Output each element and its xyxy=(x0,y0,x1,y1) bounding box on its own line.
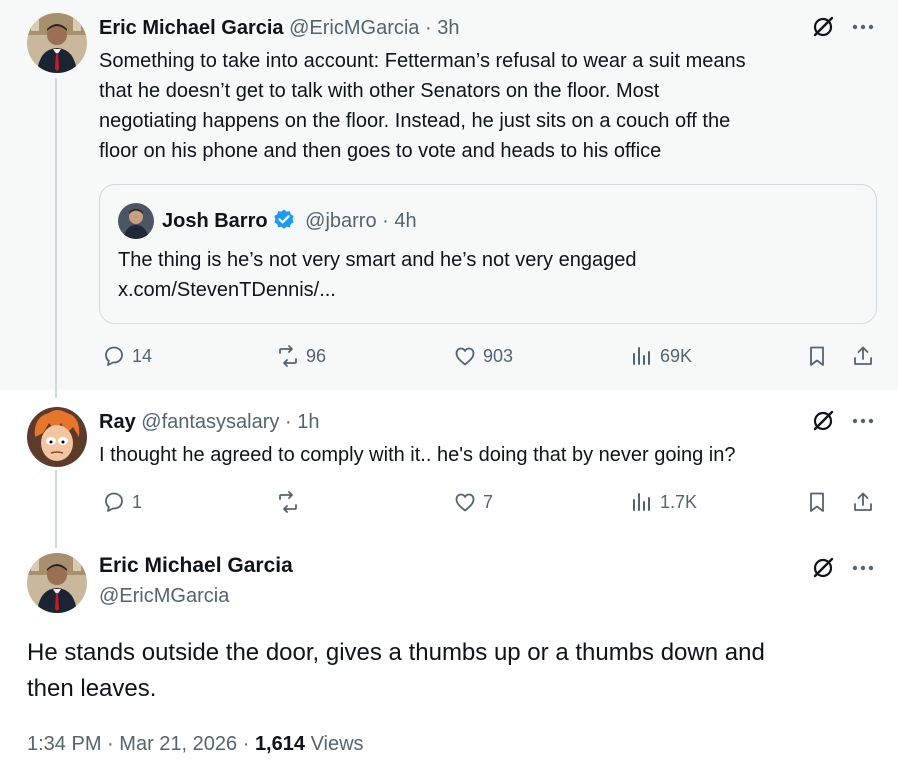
repost-count: 96 xyxy=(306,345,327,366)
timestamp[interactable]: 3h xyxy=(437,17,459,39)
tweet-text-line: Something to take into account: Fetterma… xyxy=(99,50,746,72)
reply-button[interactable]: 1 xyxy=(102,490,142,514)
more-icon[interactable] xyxy=(850,408,876,434)
tweet-meta: 1:34 PM · Mar 21, 2026 · 1,614 Views xyxy=(27,733,364,756)
reply-count: 14 xyxy=(132,345,153,366)
bookmark-icon xyxy=(810,346,824,366)
avatar[interactable] xyxy=(27,407,87,467)
reply-icon xyxy=(105,492,123,512)
like-count: 903 xyxy=(483,345,514,366)
separator-dot: · xyxy=(242,733,250,755)
views-icon xyxy=(633,347,650,365)
quote-link[interactable]: x.com/StevenTDennis/... xyxy=(118,275,858,305)
bookmark-button[interactable] xyxy=(805,490,829,514)
bookmark-button[interactable] xyxy=(805,344,829,368)
like-button[interactable]: 903 xyxy=(453,344,513,368)
more-icon[interactable] xyxy=(850,555,876,581)
share-icon xyxy=(854,346,872,365)
views-count: 1,614 xyxy=(254,733,305,755)
views-button[interactable]: 1.7K xyxy=(630,490,697,514)
quote-header: Josh Barro @jbarro · 4h xyxy=(162,208,417,234)
tweet-text-line: negotiating happens on the floor. Instea… xyxy=(99,110,731,132)
separator-dot: · xyxy=(424,17,432,39)
user-handle[interactable]: @EricMGarcia xyxy=(99,585,229,608)
repost-icon xyxy=(279,491,297,513)
more-icon[interactable] xyxy=(850,14,876,40)
views-label: Views xyxy=(310,733,364,755)
repost-button[interactable] xyxy=(276,490,306,514)
views-icon xyxy=(633,493,650,511)
tweet-header: Eric Michael Garcia @EricMGarcia · 3h xyxy=(99,15,459,41)
post-time[interactable]: 1:34 PM xyxy=(27,733,101,755)
grok-icon[interactable] xyxy=(810,408,836,434)
tweet-text-line: that he doesn’t get to talk with other S… xyxy=(99,80,660,102)
quote-text-line: The thing is he’s not very smart and he’… xyxy=(118,249,637,271)
timestamp[interactable]: 1h xyxy=(297,411,319,433)
like-icon xyxy=(455,347,475,366)
timestamp[interactable]: 4h xyxy=(394,210,416,232)
main-tweet-text: He stands outside the door, gives a thum… xyxy=(27,635,857,707)
views-button[interactable]: 69K xyxy=(630,344,692,368)
share-icon xyxy=(854,492,872,511)
thread-line xyxy=(55,470,57,548)
like-count: 7 xyxy=(483,491,494,512)
thread-line xyxy=(55,78,57,398)
verified-badge-icon xyxy=(273,209,294,229)
like-button[interactable]: 7 xyxy=(453,490,493,514)
display-name[interactable]: Eric Michael Garcia xyxy=(99,17,284,39)
user-handle[interactable]: @jbarro xyxy=(305,210,376,232)
views-count: 69K xyxy=(660,345,693,366)
share-button[interactable] xyxy=(851,490,875,514)
repost-icon xyxy=(279,345,297,367)
display-name[interactable]: Ray xyxy=(99,411,136,433)
avatar[interactable] xyxy=(27,553,87,613)
separator-dot: · xyxy=(382,210,389,232)
reply-count: 1 xyxy=(132,491,143,512)
tweet-text: Something to take into account: Fetterma… xyxy=(99,46,869,166)
tweet-text-line: floor on his phone and then goes to vote… xyxy=(99,140,662,162)
tweet-text: I thought he agreed to comply with it.. … xyxy=(99,444,736,466)
share-button[interactable] xyxy=(851,344,875,368)
separator-dot: · xyxy=(107,733,114,755)
quote-text: The thing is he’s not very smart and he’… xyxy=(118,245,858,305)
grok-icon[interactable] xyxy=(810,14,836,40)
display-name[interactable]: Josh Barro xyxy=(162,210,268,232)
avatar[interactable] xyxy=(118,203,154,239)
display-name[interactable]: Eric Michael Garcia xyxy=(99,554,293,578)
separator-dot: · xyxy=(284,411,292,433)
reply-icon xyxy=(105,346,123,366)
tweet-text-line: He stands outside the door, gives a thum… xyxy=(27,639,765,666)
like-icon xyxy=(455,493,475,512)
quoted-tweet[interactable]: Josh Barro @jbarro · 4h The thing is he’… xyxy=(99,184,877,324)
reply-button[interactable]: 14 xyxy=(102,344,152,368)
grok-icon[interactable] xyxy=(810,555,836,581)
views-count: 1.7K xyxy=(660,491,698,512)
tweet-text-line: then leaves. xyxy=(27,675,157,702)
bookmark-icon xyxy=(810,492,824,512)
user-handle[interactable]: @fantasysalary xyxy=(141,411,279,433)
repost-button[interactable]: 96 xyxy=(276,344,326,368)
user-handle[interactable]: @EricMGarcia xyxy=(289,17,419,39)
post-date[interactable]: Mar 21, 2026 xyxy=(119,733,237,755)
avatar[interactable] xyxy=(27,13,87,73)
tweet-header: Ray @fantasysalary · 1h xyxy=(99,409,319,435)
